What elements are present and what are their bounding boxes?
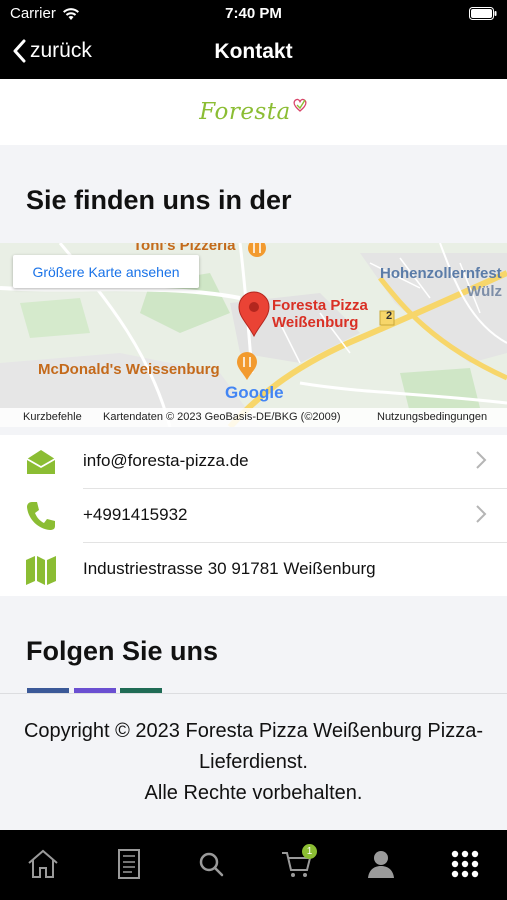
copyright-footer: Copyright © 2023 Foresta Pizza Weißenbur…: [0, 693, 507, 830]
address-row[interactable]: Industriestrasse 30 91781 Weißenburg: [0, 543, 507, 596]
search-icon: [199, 852, 224, 877]
email-row[interactable]: info@foresta-pizza.de: [0, 435, 507, 488]
google-logo: Google: [225, 383, 284, 402]
address-text: Industriestrasse 30 91781 Weißenburg: [83, 559, 376, 578]
tab-account[interactable]: [364, 848, 400, 882]
logo-text: Foresta: [199, 99, 291, 125]
map-terms-link[interactable]: Nutzungsbedingungen: [377, 411, 487, 423]
status-bar: Carrier 7:40 PM: [0, 0, 507, 28]
grid-icon: [451, 850, 479, 878]
phone-row[interactable]: +4991415932: [0, 489, 507, 542]
place-hohenzollern-label: Hohenzollernfest: [380, 265, 502, 282]
chevron-right-icon: [476, 505, 487, 523]
phone-icon: [27, 502, 55, 530]
map-data-credit: Kartendaten © 2023 GeoBasis-DE/BKG (©200…: [103, 411, 341, 423]
user-icon: [368, 851, 394, 878]
back-label: zurück: [30, 39, 92, 62]
place-wulz-label: Wülz: [467, 283, 502, 300]
cart-count-badge: 1: [302, 844, 317, 859]
chevron-left-icon: [13, 39, 26, 63]
larger-map-button[interactable]: Größere Karte ansehen: [13, 255, 199, 288]
envelope-icon: [26, 450, 56, 474]
tab-home[interactable]: [26, 848, 62, 882]
copyright-line2: Lieferdienst.: [199, 751, 308, 773]
restaurant-pin-icon[interactable]: [246, 243, 268, 261]
tab-bar: 1: [0, 830, 507, 900]
pin-label-line2: Weißenburg: [272, 314, 359, 331]
back-button[interactable]: zurück: [12, 39, 92, 63]
logo-bar: Foresta: [0, 79, 507, 145]
pin-label-line1: Foresta Pizza: [272, 297, 368, 314]
contact-list: info@foresta-pizza.de +4991415932 Indust…: [0, 435, 507, 596]
phone-text: +4991415932: [83, 505, 188, 524]
status-time: 7:40 PM: [225, 5, 282, 22]
home-icon: [28, 849, 58, 878]
map-icon: [26, 556, 56, 585]
copyright-line3: Alle Rechte vorbehalten.: [144, 782, 363, 804]
tab-search[interactable]: [195, 848, 231, 882]
chevron-right-icon: [476, 451, 487, 469]
follow-heading: Folgen Sie uns: [26, 636, 219, 666]
road-number-label: 2: [385, 310, 393, 322]
location-heading: Sie finden uns in der: [26, 185, 292, 215]
tab-more[interactable]: [448, 848, 484, 882]
map-attribution-bar: Kurzbefehle Kartendaten © 2023 GeoBasis-…: [0, 408, 507, 427]
pin-label: Foresta Pizza Weißenburg: [272, 297, 368, 331]
location-pin-icon[interactable]: [237, 291, 271, 337]
map-view[interactable]: Größere Karte ansehen Toni's Pizzeria Ho…: [0, 243, 507, 427]
heart-icon: [293, 98, 307, 112]
poi-mcdonalds-label[interactable]: McDonald's Weissenburg: [38, 361, 220, 378]
restaurant-pin-icon[interactable]: [235, 351, 259, 381]
poi-toni-label[interactable]: Toni's Pizzeria: [133, 243, 235, 254]
map-shortcuts-link[interactable]: Kurzbefehle: [23, 411, 82, 423]
tab-cart[interactable]: 1: [280, 844, 317, 882]
copyright-line1: Copyright © 2023 Foresta Pizza Weißenbur…: [23, 720, 483, 742]
email-text: info@foresta-pizza.de: [83, 451, 249, 470]
tab-menu[interactable]: [112, 848, 148, 882]
brand-logo: Foresta: [199, 98, 307, 125]
battery-icon: [469, 7, 497, 20]
navigation-bar: zurück Kontakt: [0, 28, 507, 79]
menu-card-icon: [118, 849, 140, 879]
